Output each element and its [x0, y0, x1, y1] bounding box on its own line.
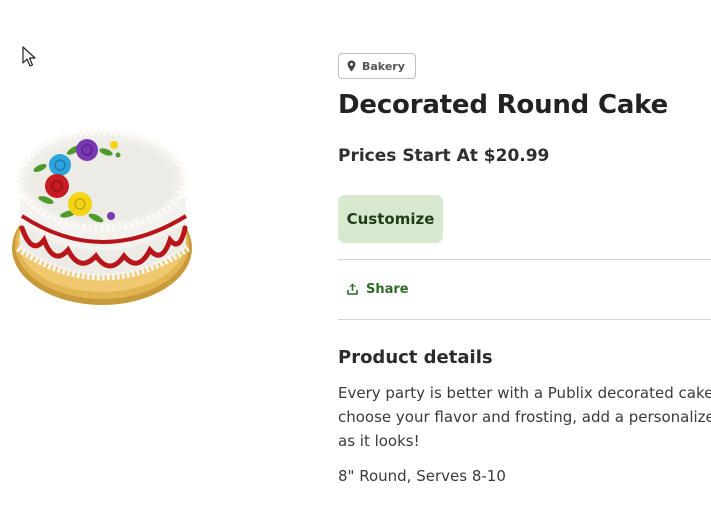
customize-button[interactable]: Customize: [338, 194, 443, 243]
product-details-heading: Product details: [338, 346, 493, 368]
share-label: Share: [366, 281, 409, 297]
share-button[interactable]: Share: [338, 260, 711, 319]
divider: [338, 318, 711, 320]
map-pin-icon: [347, 60, 356, 72]
location-tag[interactable]: Bakery: [338, 53, 416, 79]
share-upload-icon: [347, 283, 358, 295]
location-tag-label: Bakery: [362, 59, 405, 73]
product-title: Decorated Round Cake: [338, 90, 669, 120]
serving-info: 8" Round, Serves 8-10: [338, 466, 506, 485]
product-price: Prices Start At $20.99: [338, 145, 550, 166]
product-image: [12, 128, 192, 305]
mouse-cursor-icon: [22, 46, 36, 67]
product-details-panel: Bakery Decorated Round Cake Prices Start…: [338, 53, 711, 485]
description-line: Every party is better with a Publix deco…: [338, 383, 711, 402]
product-description: Every party is better with a Publix deco…: [338, 381, 711, 453]
description-line: choose your flavor and frosting, add a p…: [338, 407, 711, 426]
description-line: as it looks!: [338, 431, 420, 450]
